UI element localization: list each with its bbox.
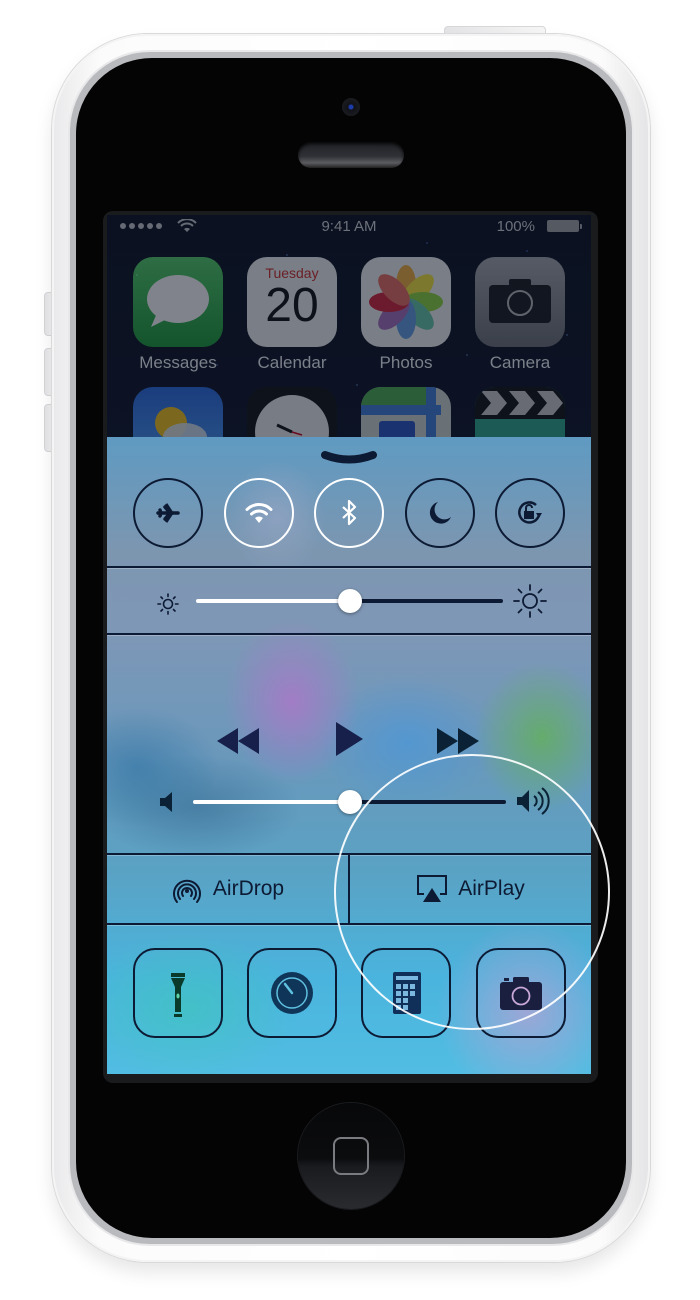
flashlight-button[interactable] <box>133 948 223 1038</box>
calendar-day-number: 20 <box>265 279 319 332</box>
app-messages[interactable]: Messages <box>133 257 223 373</box>
rewind-icon[interactable] <box>217 726 261 756</box>
brightness-slider[interactable] <box>196 589 503 613</box>
airdrop-button[interactable]: AirDrop <box>107 855 348 923</box>
brightness-thumb[interactable] <box>338 589 362 613</box>
battery-icon <box>547 220 582 232</box>
speaker-high-icon <box>517 787 550 815</box>
divider <box>107 633 591 635</box>
app-calendar[interactable]: Tuesday 20 Calendar <box>247 257 337 373</box>
app-label: Calendar <box>257 353 327 372</box>
home-square-icon <box>333 1137 369 1175</box>
airdrop-label: AirDrop <box>212 877 285 900</box>
calendar-icon: Tuesday 20 <box>247 257 337 347</box>
divider <box>107 566 591 568</box>
camera-button[interactable] <box>476 948 566 1038</box>
calculator-icon <box>393 972 421 1014</box>
brightness-track-filled <box>196 599 350 603</box>
airplay-label: AirPlay <box>458 877 525 900</box>
calculator-button[interactable] <box>361 948 451 1038</box>
airplay-icon <box>417 875 448 902</box>
battery-percent: 100% <box>496 218 535 235</box>
rotation-lock-icon <box>518 501 542 524</box>
brightness-track-empty <box>350 599 503 603</box>
bluetooth-toggle[interactable] <box>314 478 384 548</box>
volume-thumb[interactable] <box>338 790 362 814</box>
messages-icon <box>133 257 223 347</box>
fast-forward-icon[interactable] <box>437 726 481 756</box>
moon-icon <box>429 502 451 524</box>
app-label: Messages <box>139 353 217 372</box>
airdrop-icon <box>172 879 201 903</box>
wifi-icon <box>245 503 273 523</box>
app-label: Camera <box>489 353 551 372</box>
photos-icon <box>361 257 451 347</box>
airplane-mode-toggle[interactable] <box>133 478 203 548</box>
timer-button[interactable] <box>247 948 337 1038</box>
status-bar: 9:41 AM 100% <box>107 215 591 237</box>
sun-small-icon <box>157 593 179 615</box>
chevron-down-icon[interactable] <box>321 450 377 466</box>
home-button[interactable] <box>298 1103 404 1209</box>
bluetooth-icon <box>342 499 357 526</box>
speaker-low-icon <box>160 792 172 812</box>
sun-large-icon <box>513 584 547 618</box>
airplay-button[interactable]: AirPlay <box>350 855 591 923</box>
volume-slider[interactable] <box>193 790 506 814</box>
camera-icon <box>500 977 542 1010</box>
timer-icon <box>271 972 313 1014</box>
share-row: AirDrop AirPlay <box>107 855 591 923</box>
app-label: Photos <box>379 353 433 372</box>
divider <box>107 923 591 925</box>
app-photos[interactable]: Photos <box>361 257 451 373</box>
camera-icon <box>475 257 565 347</box>
rotation-lock-toggle[interactable] <box>495 478 565 548</box>
do-not-disturb-toggle[interactable] <box>405 478 475 548</box>
volume-track-filled <box>193 800 350 804</box>
toggle-row <box>107 478 591 548</box>
earpiece-speaker <box>298 142 404 168</box>
volume-track-empty <box>350 800 506 804</box>
shortcut-row <box>107 948 591 1040</box>
control-center: AirDrop AirPlay <box>107 437 591 1074</box>
front-camera <box>342 98 360 116</box>
flashlight-icon <box>171 973 185 1017</box>
app-camera[interactable]: Camera <box>475 257 565 373</box>
screen: 9:41 AM 100% Messages Tuesday 20 Calenda… <box>107 215 591 1074</box>
wifi-toggle[interactable] <box>224 478 294 548</box>
play-icon[interactable] <box>336 722 364 756</box>
airplane-icon <box>156 503 180 523</box>
